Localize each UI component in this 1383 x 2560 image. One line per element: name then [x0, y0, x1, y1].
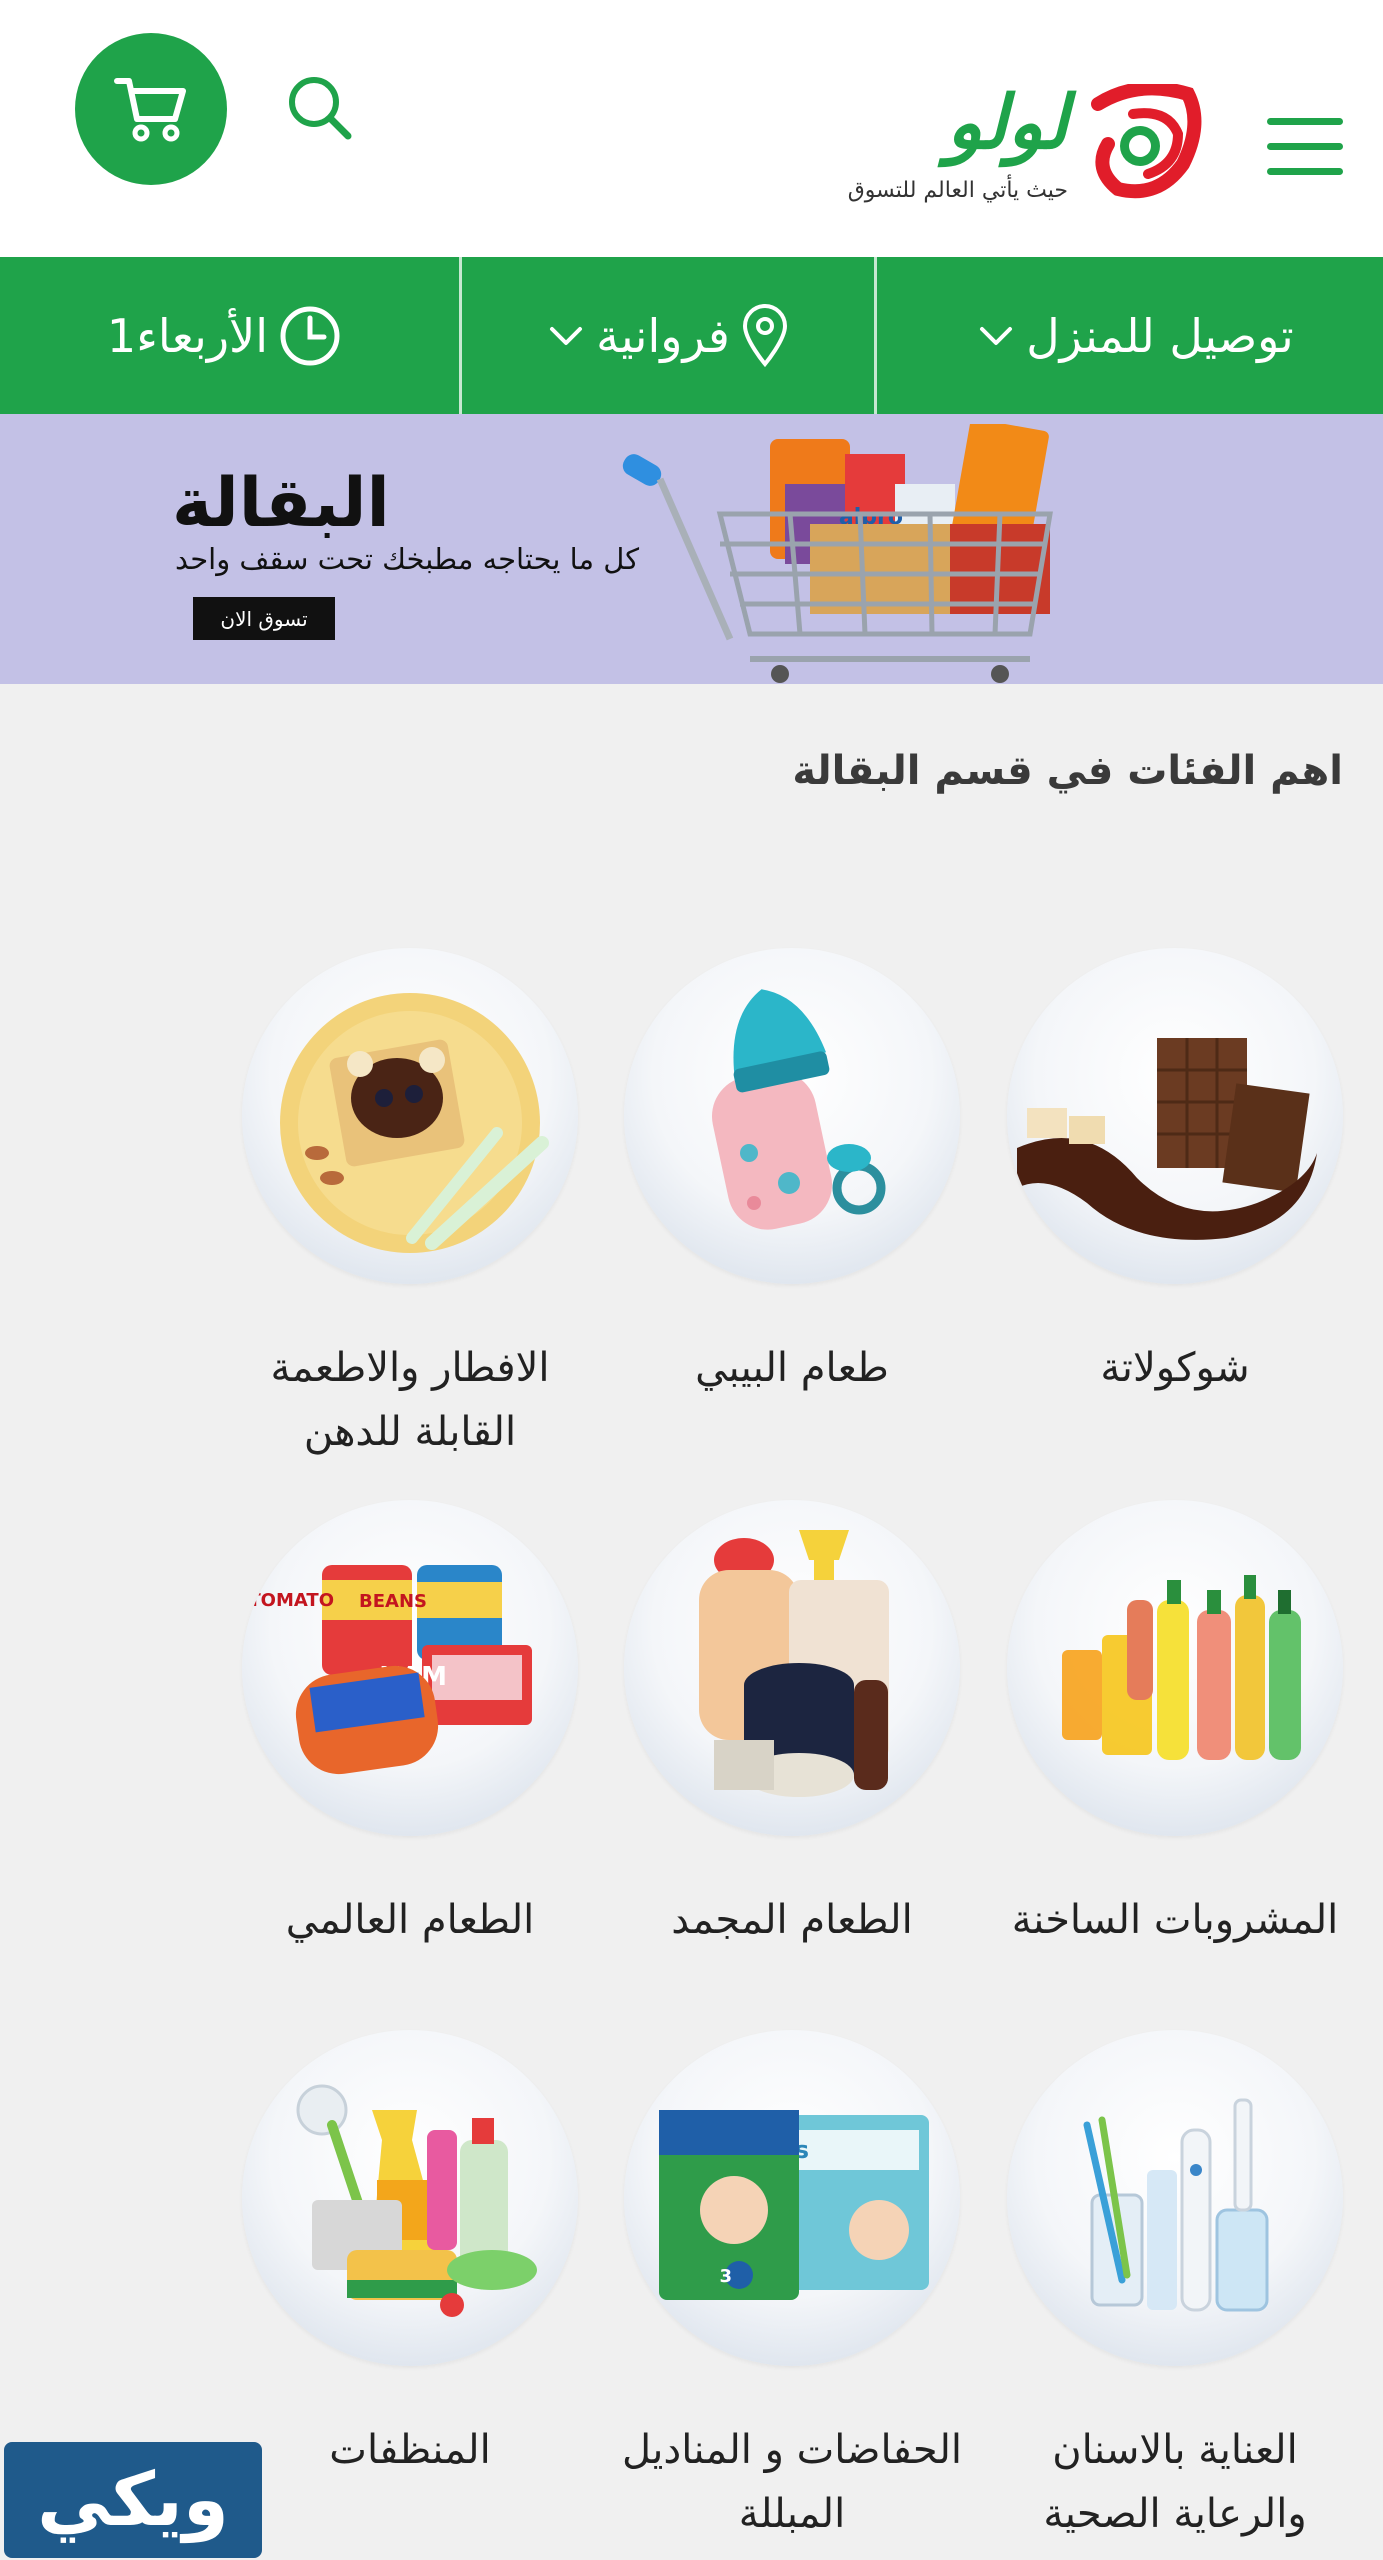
svg-text:BEANS: BEANS — [359, 1591, 427, 1612]
shopping-cart-image: alpro — [622, 424, 1053, 683]
cart-button[interactable] — [75, 33, 227, 185]
category-image-chocolate — [1007, 948, 1343, 1284]
category-image-breakfast — [242, 948, 578, 1284]
wiki-watermark-logo: ويكي — [4, 2442, 262, 2558]
category-label: الطعام المجمد — [671, 1897, 913, 1943]
category-label: الافطار والاطعمة القابلة للدهن — [270, 1345, 550, 1455]
category-image-dental — [1007, 2030, 1343, 2366]
delivery-method-dropdown[interactable]: توصيل للمنزل — [877, 257, 1383, 414]
delivery-day-label: الأربعاء1 — [106, 308, 269, 363]
grocery-banner[interactable]: البقالة كل ما يحتاجه مطبخك تحت سقف واحد … — [0, 414, 1383, 684]
delivery-time-selector[interactable]: الأربعاء1 — [0, 257, 459, 414]
banner-subtitle: كل ما يحتاجه مطبخك تحت سقف واحد — [175, 542, 639, 576]
category-chocolate[interactable]: شوكولاتة — [985, 948, 1365, 1400]
hamburger-menu-icon[interactable] — [1267, 118, 1343, 176]
category-image-drinks — [1007, 1500, 1343, 1836]
category-label: العناية بالاسنان والرعاية الصحية — [1043, 2427, 1307, 2537]
category-label: طعام البيبي — [695, 1345, 889, 1391]
location-dropdown[interactable]: فروانية — [459, 257, 877, 414]
location-label: فروانية — [596, 308, 730, 363]
category-baby-food[interactable]: طعام البيبي — [602, 948, 982, 1400]
lulu-logo[interactable]: لولو حيث يأتي العالم للتسوق — [808, 80, 1208, 210]
category-label: الحفاضات و المناديل المبللة — [621, 2427, 963, 2537]
delivery-method-label: توصيل للمنزل — [1026, 308, 1294, 363]
banner-title: البقالة — [172, 464, 390, 543]
section-title: اهم الفئات في قسم البقالة — [792, 748, 1343, 794]
category-dental-health[interactable]: العناية بالاسنان والرعاية الصحية — [985, 2030, 1365, 2546]
app-header: لولو حيث يأتي العالم للتسوق — [0, 0, 1383, 257]
delivery-options-bar: توصيل للمنزل فروانية الأربعاء1 — [0, 257, 1383, 414]
svg-text:TOMATO: TOMATO — [248, 1590, 334, 1611]
shop-now-button[interactable]: تسوق الان — [193, 597, 335, 640]
chevron-down-icon — [976, 316, 1016, 356]
category-diapers-wipes[interactable]: mpers 3 الحفاضات و المناديل المبللة — [602, 2030, 982, 2546]
logo-mark-icon — [1091, 84, 1202, 199]
category-label: شوكولاتة — [1100, 1345, 1250, 1391]
search-icon[interactable] — [280, 68, 360, 148]
chevron-down-icon — [546, 316, 586, 356]
logo-text: لولو — [946, 80, 1068, 166]
svg-text:3: 3 — [719, 2266, 732, 2287]
category-breakfast-spreads[interactable]: الافطار والاطعمة القابلة للدهن — [220, 948, 600, 1464]
category-label: المنظفات — [329, 2427, 491, 2473]
category-hot-drinks[interactable]: المشروبات الساخنة — [985, 1500, 1365, 1952]
category-image-cleaning — [242, 2030, 578, 2366]
category-image-frozen — [624, 1500, 960, 1836]
category-detergents[interactable]: المنظفات — [220, 2030, 600, 2482]
category-image-baby-food — [624, 948, 960, 1284]
category-frozen-food[interactable]: الطعام المجمد — [602, 1500, 982, 1952]
category-label: المشروبات الساخنة — [1011, 1897, 1339, 1943]
logo-tagline: حيث يأتي العالم للتسوق — [847, 178, 1068, 203]
location-pin-icon — [740, 303, 790, 368]
category-image-canned: TOMATO BEANS HAM — [242, 1500, 578, 1836]
clock-icon — [278, 304, 342, 368]
category-image-diapers: mpers 3 — [624, 2030, 960, 2366]
cart-icon — [114, 78, 186, 142]
category-international-food[interactable]: TOMATO BEANS HAM الطعام العالمي — [220, 1500, 600, 1952]
category-label: الطعام العالمي — [285, 1897, 535, 1943]
